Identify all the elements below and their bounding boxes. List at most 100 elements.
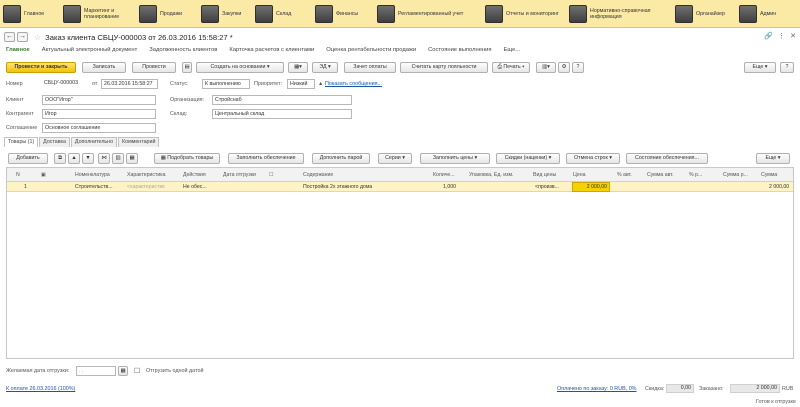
section-sales[interactable]: Продажи [136,0,198,28]
warehouse-field[interactable]: Центральный склад [212,109,352,119]
barcode-button[interactable]: ▥ [112,153,124,164]
cell-item[interactable]: Строительств... [75,184,113,190]
contractor-field[interactable]: Игор [42,109,156,119]
tab-additional[interactable]: Дополнительно [70,137,118,147]
section-reports[interactable]: Отчеты и мониторинг [482,0,566,28]
reports-dropdown-button[interactable]: ▥▾ [536,62,556,73]
share-button[interactable]: ⋈ [98,153,110,164]
cancel-rows-button[interactable]: Отмена строк ▾ [566,153,620,164]
section-admin[interactable]: Админ [736,0,780,28]
favorite-star-icon[interactable]: ☆ [34,33,41,42]
help-button-right[interactable]: ? [780,62,794,73]
copy-row-button[interactable]: ⧉ [54,153,66,164]
fill-by-group-button[interactable]: Дополнить парой [312,153,370,164]
fill-prices-button[interactable]: Заполнить цены ▾ [420,153,490,164]
section-main[interactable]: Главное [0,0,60,28]
col-icon[interactable]: ▣ [41,172,46,178]
more-button[interactable]: Еще ▾ [744,62,776,73]
cell-characteristic[interactable]: <характеристик [127,184,165,190]
cell-content[interactable]: Постройка 2х этажного дома [303,184,372,190]
col-ship-date[interactable]: Дата отгрузки [223,172,256,178]
paid-by-order-link[interactable]: Оплачено по заказу: 0 RUB, 0% [557,386,636,392]
move-up-button[interactable]: ▲ [68,153,80,164]
section-warehouse[interactable]: Склад [252,0,312,28]
series-button[interactable]: Серии ▾ [378,153,412,164]
col-qty[interactable]: Количе... [433,172,455,178]
calendar-button[interactable]: ▦ [118,366,128,376]
col-n[interactable]: N [16,172,20,178]
col-price-type[interactable]: Вид цены [533,172,556,178]
col-manual-sum[interactable]: Сумма р... [723,172,748,178]
calc-button[interactable]: ▦ [126,153,138,164]
section-reference[interactable]: Нормативно-справочная информация [566,0,672,28]
ship-date-field[interactable]: . . [76,366,116,376]
forward-arrow-icon[interactable]: → [17,32,28,42]
col-unit[interactable]: Упаковка, Ед. изм. [469,172,514,178]
tab-goods[interactable]: Товары (1) [4,137,39,147]
pick-goods-button[interactable]: ▦ Подобрать товары [154,153,220,164]
cell-qty[interactable]: 1,000 [443,184,456,190]
add-row-button[interactable]: Добавить [8,153,48,164]
goods-more-button[interactable]: Еще ▾ [756,153,790,164]
move-down-button[interactable]: ▼ [82,153,94,164]
payment-offset-button[interactable]: Зачет оплаты [344,62,396,73]
col-sum[interactable]: Сумма [761,172,777,178]
close-icon[interactable]: ✕ [790,32,796,40]
col-action[interactable]: Действия [183,172,206,178]
section-organizer[interactable]: Органайзер [672,0,736,28]
back-arrow-icon[interactable]: ← [4,32,15,42]
ship-one-date-checkbox[interactable]: ☐ [134,367,140,375]
organization-field[interactable]: Стройснаб [212,95,352,105]
col-checkbox[interactable]: ☐ [269,172,274,178]
settings-button[interactable]: ⚙ [558,62,570,73]
tab-delivery[interactable]: Доставка [39,137,70,147]
cell-price[interactable]: 2 000,00 [572,182,610,192]
create-based-on-button[interactable]: Создать на основании ▾ [196,62,284,73]
section-marketing[interactable]: Маркетинг и планирование [60,0,136,28]
cell-action[interactable]: Не обес... [183,184,207,190]
number-field[interactable]: СБЦУ-000003 [42,79,88,89]
col-characteristic[interactable]: Характеристика [127,172,166,178]
payment-schedule-link[interactable]: К оплате 26.03.2016 (100%) [6,386,75,392]
priority-select[interactable]: Низкий [287,79,315,89]
date-field[interactable]: 26.03.2016 15:58:27 [101,79,158,89]
show-messages-link[interactable]: Показать сообщения... [325,81,382,87]
cell-price-type[interactable]: <произв... [535,184,559,190]
attachments-button[interactable]: ▦▾ [288,62,308,73]
print-button[interactable]: ⎙ Печать ▾ [492,62,530,73]
section-finance[interactable]: Финансы [312,0,374,28]
fill-provision-button[interactable]: Заполнить обеспечение [228,153,304,164]
col-content[interactable]: Содержание [303,172,333,178]
post-and-close-button[interactable]: Провести и закрыть [6,62,76,73]
col-auto-sum[interactable]: Сумма авт. [647,172,674,178]
post-button[interactable]: Провести [132,62,176,73]
tab-edoc[interactable]: Актуальный электронный документ [42,47,138,57]
tab-comment[interactable]: Комментарий [118,137,160,147]
read-loyalty-card-button[interactable]: Считать карту лояльности [400,62,488,73]
tab-main[interactable]: Главное [6,47,30,57]
client-field[interactable]: ООО"Игор" [42,95,156,105]
tab-client-debt[interactable]: Задолженность клиентов [149,47,217,57]
tab-more[interactable]: Еще... [504,47,521,57]
discounts-button[interactable]: Скидки (наценки) ▾ [496,153,560,164]
col-manual-pct[interactable]: % р... [689,172,702,178]
status-select[interactable]: К выполнению [202,79,250,89]
ed-button[interactable]: ЭД ▾ [312,62,338,73]
link-icon[interactable]: 🔗 [764,32,773,40]
col-auto-pct[interactable]: % авт. [617,172,632,178]
doc-structure-button[interactable]: ▤ [182,62,192,73]
col-item[interactable]: Номенклатура [75,172,110,178]
provision-state-button[interactable]: Состояние обеспечения... [626,153,708,164]
goods-table[interactable]: N ▣ Номенклатура Характеристика Действия… [6,167,794,359]
agreement-field[interactable]: Основное соглашение [42,123,156,133]
section-accounting[interactable]: Регламентированный учет [374,0,482,28]
section-purchases[interactable]: Закупки [198,0,252,28]
tab-settlements[interactable]: Карточка расчетов с клиентами [229,47,314,57]
tab-execution[interactable]: Состояние выполнения [428,47,491,57]
table-row[interactable]: 1 Строительств... <характеристик Не обес… [7,182,793,192]
col-price[interactable]: Цена [573,172,585,178]
menu-icon[interactable]: ⋮ [778,32,785,40]
tab-profitability[interactable]: Оценка рентабельности продажи [326,47,416,57]
help-button[interactable]: ? [572,62,584,73]
write-button[interactable]: Записать [82,62,126,73]
